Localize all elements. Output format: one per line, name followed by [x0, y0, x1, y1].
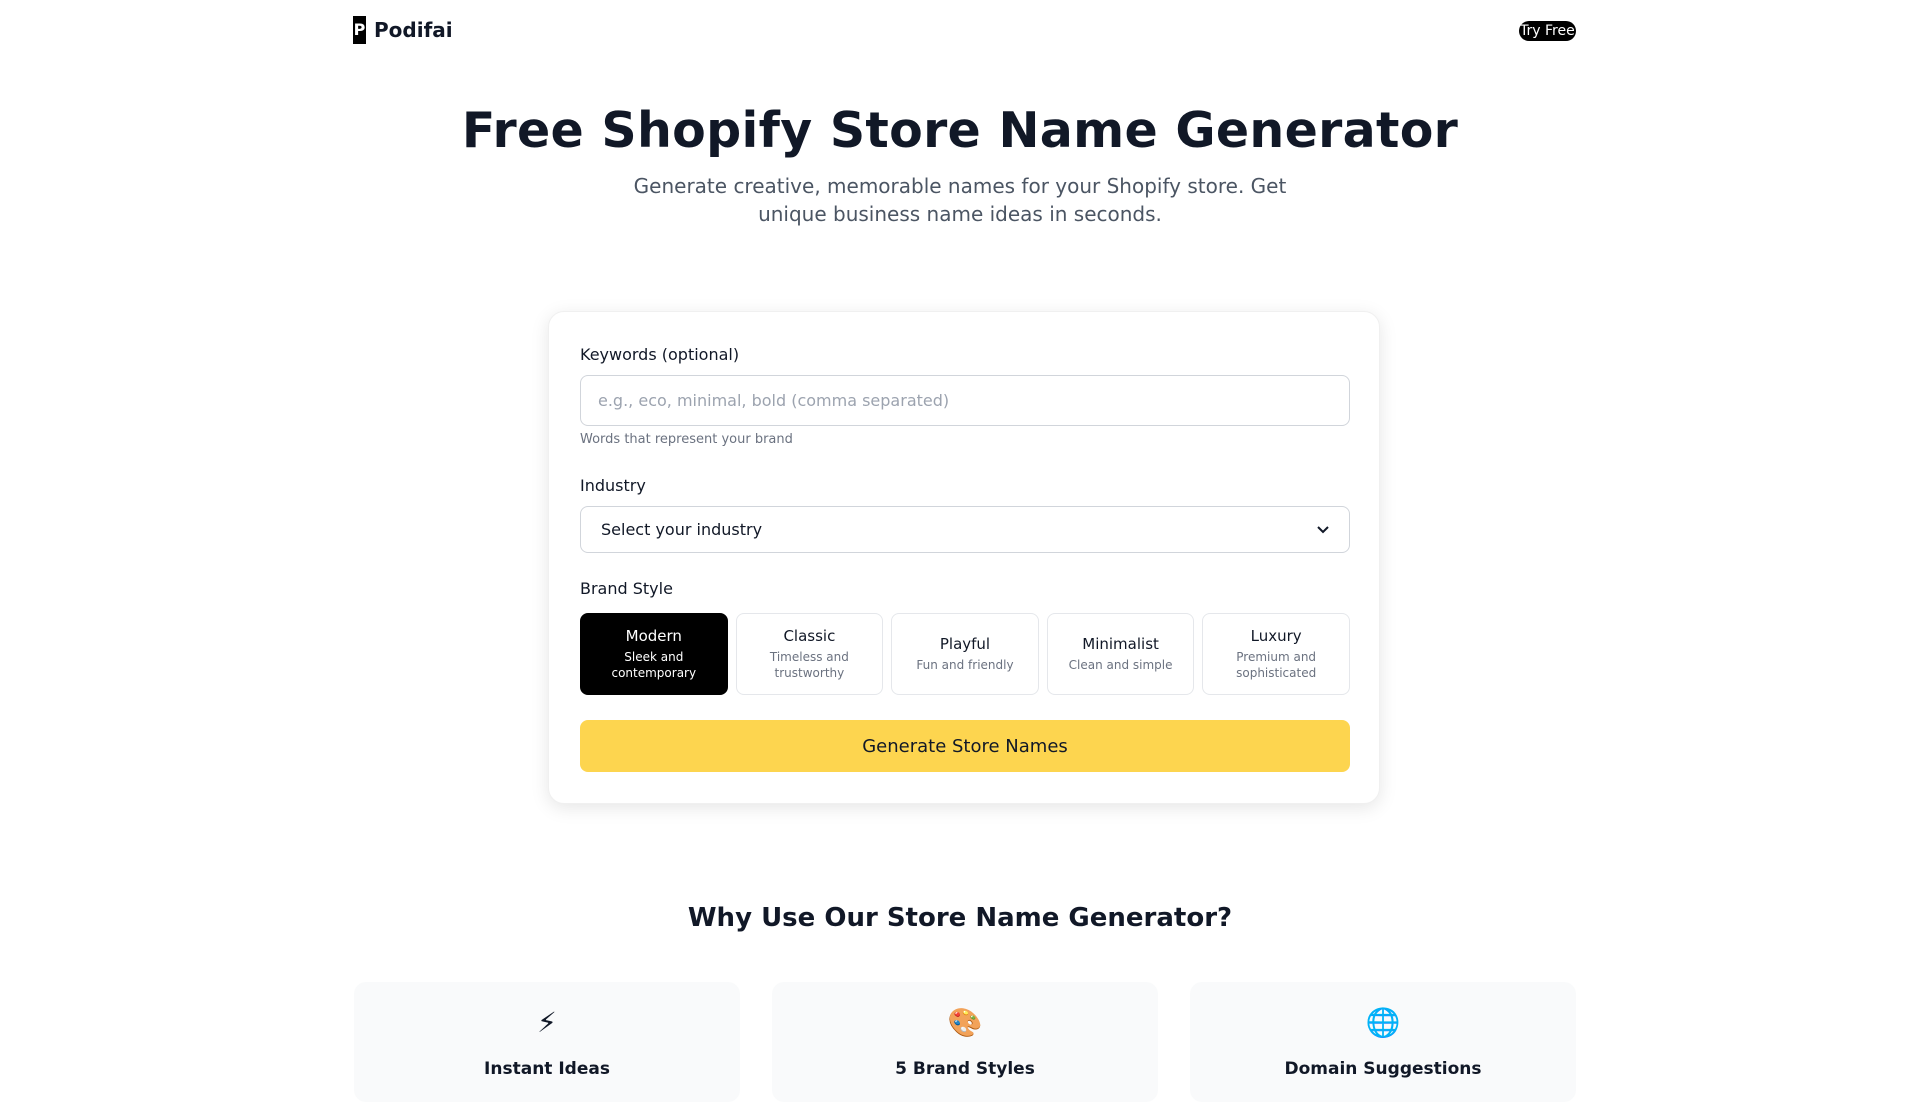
chevron-down-icon	[1317, 523, 1329, 537]
style-option-minimalist[interactable]: Minimalist Clean and simple	[1046, 613, 1195, 695]
style-desc: Premium and sophisticated	[1236, 650, 1317, 680]
feature-title: Instant Ideas	[484, 1059, 610, 1079]
palette-icon: 🎨	[947, 1006, 983, 1039]
logo-text: Podifai	[374, 18, 453, 42]
industry-select-value: Select your industry	[601, 520, 763, 539]
brand-style-options: Modern Sleek and contemporary Classic Ti…	[580, 613, 1350, 695]
generate-store-names-button[interactable]: Generate Store Names	[580, 720, 1350, 772]
style-option-classic[interactable]: Classic Timeless and trustworthy	[735, 613, 884, 695]
logo-mark-icon: P	[353, 16, 366, 44]
style-desc: Clean and simple	[1068, 658, 1173, 672]
style-option-modern[interactable]: Modern Sleek and contemporary	[580, 613, 728, 695]
globe-icon: 🌐	[1365, 1006, 1401, 1039]
feature-card-instant-ideas: ⚡ Instant Ideas	[354, 982, 740, 1102]
style-name: Minimalist	[1082, 635, 1159, 653]
generator-form-card: Keywords (optional) Words that represent…	[548, 311, 1380, 804]
style-name: Classic	[783, 627, 836, 645]
feature-title: Domain Suggestions	[1284, 1059, 1482, 1079]
site-header: P Podifai Try Free	[0, 0, 1920, 60]
feature-title: 5 Brand Styles	[895, 1059, 1035, 1079]
style-desc: Fun and friendly	[916, 658, 1014, 672]
industry-select[interactable]: Select your industry	[580, 506, 1350, 553]
page-subtitle: Generate creative, memorable names for y…	[633, 174, 1287, 226]
why-section-title: Why Use Our Store Name Generator?	[687, 903, 1233, 933]
style-name: Playful	[939, 635, 991, 653]
style-option-playful[interactable]: Playful Fun and friendly	[891, 613, 1039, 695]
logo[interactable]: P Podifai	[353, 16, 453, 44]
keywords-input[interactable]	[580, 375, 1350, 426]
style-desc: Sleek and contemporary	[611, 650, 697, 680]
feature-card-brand-styles: 🎨 5 Brand Styles	[772, 982, 1158, 1102]
brand-style-label: Brand Style	[580, 579, 673, 598]
style-desc: Timeless and trustworthy	[769, 650, 849, 680]
industry-label: Industry	[580, 476, 646, 495]
style-name: Modern	[625, 627, 682, 645]
style-option-luxury[interactable]: Luxury Premium and sophisticated	[1202, 613, 1350, 695]
keywords-help-text: Words that represent your brand	[580, 432, 793, 447]
try-free-button[interactable]: Try Free	[1519, 21, 1576, 41]
feature-card-domain-suggestions: 🌐 Domain Suggestions	[1190, 982, 1576, 1102]
page-title: Free Shopify Store Name Generator	[461, 102, 1459, 159]
style-name: Luxury	[1250, 627, 1302, 645]
lightning-icon: ⚡	[537, 1006, 557, 1039]
keywords-label: Keywords (optional)	[580, 345, 740, 364]
